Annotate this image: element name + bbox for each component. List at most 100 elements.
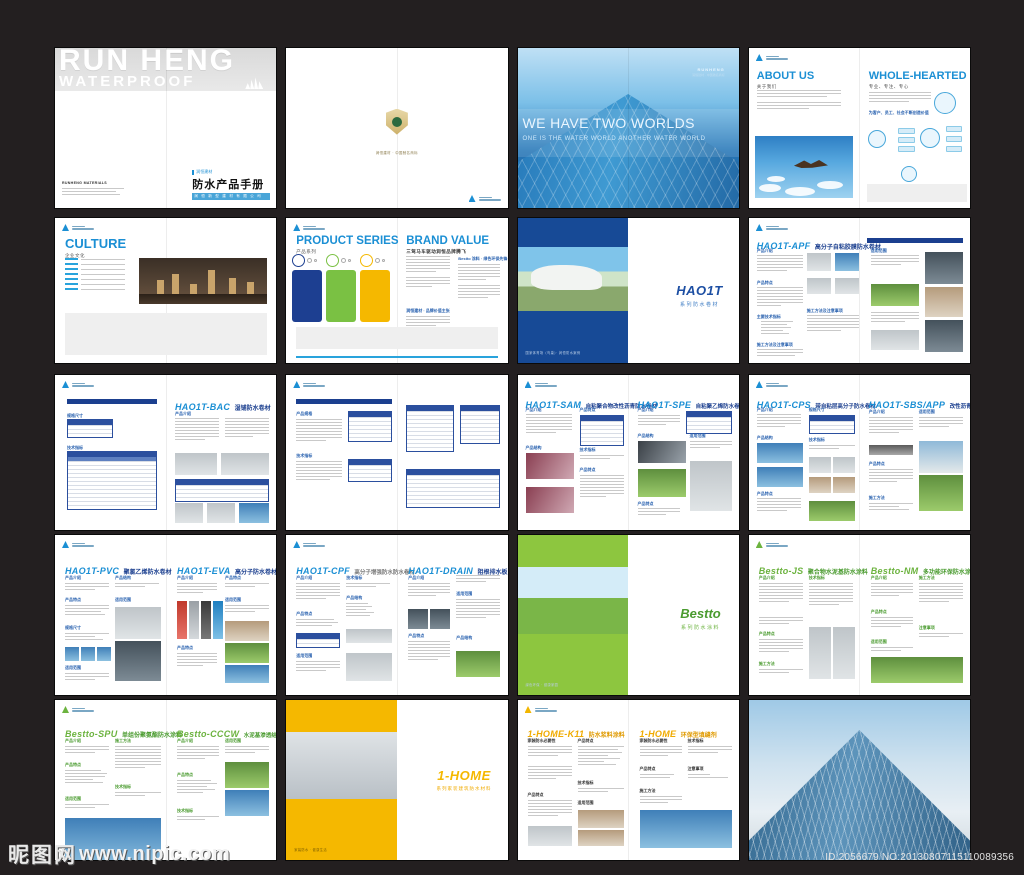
spec-table <box>808 415 855 434</box>
spread-bestto-divider[interactable]: 绿色环保 · 健康家园 Bestto 系列防水涂料 <box>517 535 739 695</box>
section-label: 适用范围 <box>689 433 706 438</box>
spread-hao1t-divider[interactable]: 国家体育场（鸟巢）· 润恒防水案例 HAO1T 系列防水卷材 <box>517 218 739 363</box>
table-row <box>68 505 156 509</box>
page-gutter <box>396 375 398 530</box>
body-lines <box>296 661 341 671</box>
structure-diagram <box>870 330 919 350</box>
body-lines <box>115 583 159 587</box>
spread-cover[interactable]: RUN HENG WATERPROOF RUNHENG MATERIALS 润恒… <box>55 48 277 208</box>
tank-photo <box>918 441 963 473</box>
card-icon-group <box>326 254 352 267</box>
brand-value-sub2: Bestto 涂料 · 绿色环保先锋 <box>458 256 508 261</box>
one-home-brand: 1-HOME <box>437 768 491 784</box>
section-label: 产品特点 <box>408 633 425 638</box>
spread-back-cover[interactable] <box>748 700 970 860</box>
spread-hao1t-cpf-drain[interactable]: HAO1T-CPF 高分子增强防水防水卷材 产品介绍 产品特点 适用范围 技术指… <box>286 535 508 695</box>
body-lines <box>65 770 109 783</box>
application-photo <box>225 643 269 663</box>
section-label: 产品特点 <box>758 631 775 636</box>
product-card-hao1t[interactable] <box>292 270 323 322</box>
diagram-chip <box>946 125 962 132</box>
product-photo <box>834 253 859 271</box>
whole-hearted-title-en: WHOLE-HEARTED <box>868 70 967 82</box>
triangle-logo-icon <box>524 706 532 713</box>
about-us-title-en: ABOUT US <box>756 70 815 82</box>
body-lines <box>808 583 853 605</box>
data-table <box>460 405 501 444</box>
ring-icon <box>326 254 340 267</box>
section-label: 产品介绍 <box>756 248 773 253</box>
cpf-title-cn: 高分子增强防水防水卷材 <box>354 570 415 576</box>
product-card-one-home[interactable] <box>360 270 391 322</box>
runheng-logo <box>755 54 788 61</box>
spread-culture[interactable]: CULTURE 企业文化 <box>55 218 277 363</box>
layer-diagram <box>756 443 803 463</box>
section-label: 产品特点 <box>225 575 241 580</box>
spread-one-home-k11[interactable]: 1-HOME-K11 防水浆料涂料 家装防水必要性 产品特点 产品特点 技术指标 <box>517 700 739 860</box>
body-lines <box>296 461 343 480</box>
section-label: 注意事项 <box>918 625 935 630</box>
body-lines <box>639 796 682 803</box>
logo-wordmark <box>303 542 326 547</box>
spread-product-series[interactable]: PRODUCT SERIES 产品系列 BRAND VALUE 三驾马车驱动润恒… <box>286 218 508 363</box>
runheng-logo <box>524 381 557 388</box>
dot-icon <box>348 259 352 262</box>
body-lines <box>456 575 501 582</box>
runheng-logo <box>755 381 788 388</box>
spread-hao1t-pvc-eva[interactable]: HAO1T-PVC 聚氯乙烯防水卷材 产品介绍 产品特点 规格尺寸 适用范围 产… <box>55 535 277 695</box>
triangle-logo-icon <box>293 224 301 231</box>
test-diagram <box>808 627 831 679</box>
cccw-title-cn: 水泥基渗透结晶型防水涂料 <box>243 733 277 739</box>
spread-bestto-spu-cccw[interactable]: Bestto-SPU 单组份聚氨酯防水涂料 产品介绍 产品特点 适用范围 施工方… <box>55 700 277 860</box>
one-home-brand-cn: 系列家装建筑防水材料 <box>436 786 492 792</box>
body-lines <box>637 415 680 425</box>
body-lines <box>870 617 913 627</box>
spread-hao1t-cps-sbs[interactable]: HAO1T-CPS 带自粘层高分子防水卷材 产品介绍 产品结构 产品特点 规格尺… <box>748 375 970 530</box>
section-label: 产品结构 <box>346 595 363 600</box>
spread-hao1t-bac[interactable]: 规格尺寸 技术指标 HAO1T-BAC 湿铺防水卷材 产品介绍 <box>55 375 277 530</box>
cover-badge-small: 润恒建材 <box>192 169 270 175</box>
culture-title-en: CULTURE <box>65 236 127 251</box>
triangle-logo-icon <box>293 541 301 548</box>
body-lines <box>346 583 391 587</box>
body-lines <box>689 441 732 448</box>
spread-emblem[interactable]: 润恒建材 · 中国驰名商标 <box>286 48 508 208</box>
section-label: 产品结构 <box>756 435 773 440</box>
glass-pyramid-shape <box>748 730 970 860</box>
sbs-title-cn: 改性沥青防水卷材 <box>949 404 970 410</box>
culture-heading: CULTURE 企业文化 <box>65 236 126 259</box>
diagram-node-left <box>868 129 886 148</box>
drain-product-photo <box>456 651 501 677</box>
section-label: 产品特点 <box>65 762 81 767</box>
diagram-chip <box>946 145 962 152</box>
spread-two-worlds[interactable]: WE HAVE TWO WORLDS ONE IS THE WATER WORL… <box>517 48 739 208</box>
section-label: 技术指标 <box>296 453 313 458</box>
spread-about-us[interactable]: ABOUT US 关于我们 WHOLE-HEARTED 专业、专注、专心 为客户… <box>748 48 970 208</box>
spread-bestto-js-nm[interactable]: Bestto-JS 聚合物水泥基防水涂料 产品介绍 产品特点 施工方法 技术指标 <box>748 535 970 695</box>
data-table <box>348 459 393 482</box>
product-card-bestto[interactable] <box>326 270 357 322</box>
body-lines <box>408 583 451 596</box>
section-label: 产品结构 <box>525 445 542 450</box>
green-concept-photo <box>517 567 629 635</box>
section-label: 适用范围 <box>456 591 473 596</box>
spread-hao1t-tables[interactable]: 产品规格 技术指标 <box>286 375 508 530</box>
emblem-caption: 润恒建材 · 中国驰名商标 <box>375 151 418 156</box>
body-lines <box>868 503 913 510</box>
spread-hao1t-apf[interactable]: HAO1T-APF 高分子自粘胶膜防水卷材 产品介绍 产品特点 主要技术指标 施… <box>748 218 970 363</box>
table-row <box>68 433 112 437</box>
body-lines <box>175 418 219 440</box>
product-photo <box>527 826 572 846</box>
spe-title-cn: 自粘聚乙烯防水卷材 <box>695 404 739 410</box>
table-row <box>461 439 500 443</box>
spread-one-home-divider[interactable]: 家装防水 · 健康生活 1-HOME 系列家装建筑防水材料 <box>286 700 508 860</box>
eagle-silhouette <box>793 159 828 168</box>
cover-badge: 润恒建材 防水产品手册 润 恒 新 型 建 材 有 限 公 司 <box>192 169 271 200</box>
section-label: 施工方法及注意事项 <box>806 308 843 313</box>
section-label: 产品介绍 <box>65 575 81 580</box>
section-label: 产品结构 <box>637 433 654 438</box>
body-lines <box>760 321 801 334</box>
spread-hao1t-sam-spe[interactable]: HAO1T-SAM 自粘聚合物改性沥青防水卷材 产品介绍 产品结构 产品特点 技… <box>517 375 739 530</box>
cover-footer: RUNHENG MATERIALS <box>62 181 134 195</box>
ring-icon <box>360 254 374 267</box>
